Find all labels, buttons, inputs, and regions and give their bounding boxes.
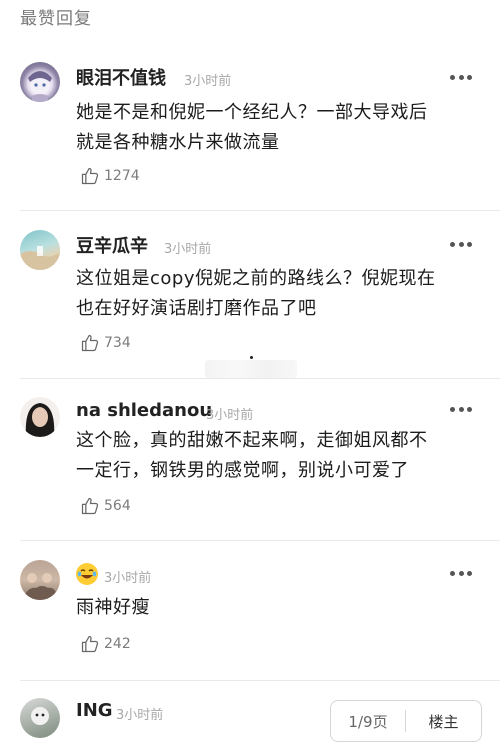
timestamp: 3小时前	[116, 708, 164, 723]
section-title: 最赞回复	[20, 9, 92, 29]
more-options-icon[interactable]	[450, 406, 472, 412]
avatar[interactable]	[20, 397, 60, 437]
timestamp: 3小时前	[104, 571, 152, 586]
page-nav-bar: 1/9页 楼主	[330, 700, 482, 742]
comment-text: 这位姐是copy倪妮之前的路线么？倪妮现在 也在好好演话剧打磨作品了吧	[76, 264, 476, 324]
avatar[interactable]	[20, 698, 60, 738]
original-poster-button[interactable]: 楼主	[406, 711, 481, 732]
like-count: 734	[104, 335, 131, 351]
avatar[interactable]	[20, 560, 60, 600]
like-button[interactable]: 1274	[80, 166, 140, 186]
username[interactable]: 豆辛瓜辛	[76, 232, 148, 258]
timestamp: 3小时前	[206, 408, 254, 423]
divider	[20, 210, 500, 211]
timestamp: 3小时前	[164, 242, 212, 257]
more-options-icon[interactable]	[450, 570, 472, 576]
more-options-icon[interactable]	[450, 74, 472, 80]
comment-line: 就是各种糖水片来做流量	[76, 132, 280, 153]
like-button[interactable]: 564	[80, 496, 131, 516]
thumbs-up-icon	[81, 635, 99, 653]
laughing-crying-emoji-icon	[76, 563, 98, 585]
timestamp: 3小时前	[184, 74, 232, 89]
thumbs-up-icon	[81, 334, 99, 352]
thumbs-up-icon	[81, 497, 99, 515]
username[interactable]: ING	[76, 700, 113, 721]
comment-line: 她是不是和倪妮一个经纪人？一部大导戏后	[76, 102, 428, 123]
like-count: 242	[104, 636, 131, 652]
comment-text: 她是不是和倪妮一个经纪人？一部大导戏后 就是各种糖水片来做流量	[76, 98, 476, 158]
divider	[20, 540, 500, 541]
comment-text: 雨神好瘦	[76, 593, 476, 623]
like-count: 564	[104, 498, 131, 514]
thumbs-up-icon	[81, 167, 99, 185]
more-options-icon[interactable]	[450, 241, 472, 247]
comment-line: 也在好好演话剧打磨作品了吧	[76, 298, 317, 319]
comment-line: 雨神好瘦	[76, 597, 150, 618]
username[interactable]: 眼泪不值钱	[76, 64, 166, 90]
like-button[interactable]: 734	[80, 333, 131, 353]
comment-line: 这位姐是copy倪妮之前的路线么？倪妮现在	[76, 268, 436, 289]
avatar[interactable]	[20, 230, 60, 270]
comment-text: 这个脸，真的甜嫩不起来啊，走御姐风都不 一定行，钢铁男的感觉啊，别说小可爱了	[76, 426, 476, 486]
like-button[interactable]: 242	[80, 634, 131, 654]
comment-line: 一定行，钢铁男的感觉啊，别说小可爱了	[76, 460, 409, 481]
divider	[20, 680, 500, 681]
comment-line: 这个脸，真的甜嫩不起来啊，走御姐风都不	[76, 430, 428, 451]
watermark-blur	[205, 360, 297, 378]
like-count: 1274	[104, 168, 140, 184]
avatar[interactable]	[20, 62, 60, 102]
divider	[20, 378, 500, 379]
username[interactable]: na shledanou	[76, 400, 212, 421]
watermark-dot	[250, 356, 253, 359]
page-indicator-button[interactable]: 1/9页	[331, 711, 405, 732]
